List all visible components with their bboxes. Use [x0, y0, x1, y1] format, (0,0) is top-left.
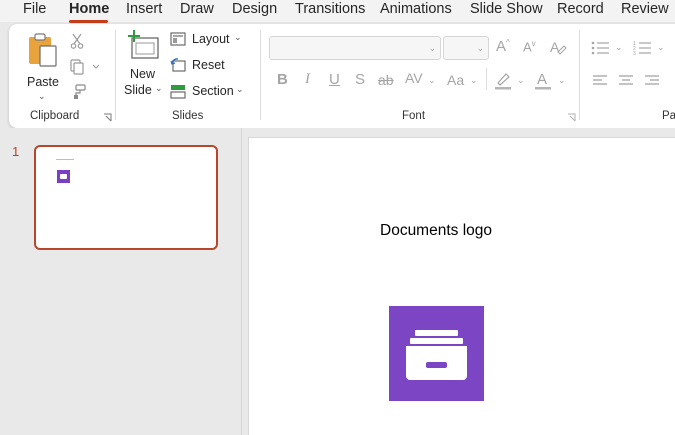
text-shadow-button[interactable]: S	[355, 71, 365, 88]
file-cabinet-drawer-icon	[406, 330, 467, 380]
chevron-down-icon[interactable]: ⌄	[657, 42, 665, 53]
reset-label: Reset	[192, 58, 225, 72]
layout-button[interactable]: Layout ⌄	[170, 31, 244, 51]
font-color-icon[interactable]: A	[534, 70, 554, 90]
chevron-down-icon: ⌄	[155, 83, 163, 93]
character-spacing-button[interactable]: AV	[405, 70, 423, 86]
chevron-down-icon[interactable]: ⌄	[517, 75, 525, 86]
tab-record[interactable]: Record	[557, 1, 604, 17]
dialog-launcher-icon[interactable]	[567, 113, 576, 122]
align-left-icon[interactable]	[592, 74, 608, 88]
paste-label: Paste	[27, 75, 59, 89]
chevron-down-icon[interactable]: ⌄	[615, 42, 623, 53]
active-tab-indicator	[69, 20, 108, 23]
new-slide-icon	[128, 30, 159, 59]
tab-review[interactable]: Review	[621, 1, 669, 17]
numbering-icon[interactable]: 1 2 3	[633, 40, 653, 56]
chevron-down-icon: ⌄	[428, 43, 436, 53]
dialog-launcher-icon[interactable]	[103, 113, 112, 122]
paste-button[interactable]: Paste ⌄	[21, 30, 63, 104]
highlight-color-icon[interactable]	[494, 70, 514, 90]
group-separator	[115, 30, 116, 120]
tab-animations[interactable]: Animations	[380, 1, 452, 17]
chevron-down-icon[interactable]: ⌄	[428, 75, 436, 86]
layout-icon	[170, 32, 186, 46]
font-size-combo[interactable]: ⌄	[443, 36, 489, 60]
slide-number: 1	[12, 144, 20, 159]
tab-insert[interactable]: Insert	[126, 1, 162, 17]
cut-icon[interactable]	[70, 33, 84, 49]
format-painter-icon[interactable]	[70, 84, 86, 100]
new-slide-label-top: New	[130, 67, 156, 81]
align-center-icon[interactable]	[618, 74, 634, 88]
thumbnail-title-line	[56, 159, 74, 160]
tab-home[interactable]: Home	[69, 1, 109, 17]
underline-button[interactable]: U	[329, 71, 340, 88]
chevron-down-icon: ⌄	[234, 32, 242, 42]
ribbon-tab-bar: File Home Insert Draw Design Transitions…	[0, 0, 675, 23]
tab-file[interactable]: File	[23, 1, 46, 17]
bullets-icon[interactable]	[591, 40, 611, 56]
reset-icon	[170, 58, 186, 72]
chevron-down-icon[interactable]: ⌄	[470, 75, 478, 86]
strikethrough-button[interactable]: ab	[378, 72, 394, 88]
increase-font-size-icon[interactable]: A^	[496, 38, 510, 55]
new-slide-label-bottom: Slide	[124, 83, 152, 97]
section-icon	[170, 85, 186, 99]
svg-text:3: 3	[633, 51, 636, 56]
slides-group-label: Slides	[172, 110, 204, 122]
tab-transitions[interactable]: Transitions	[295, 1, 365, 17]
new-slide-button[interactable]: New Slide ⌄	[121, 28, 165, 104]
separator	[486, 68, 487, 90]
layout-label: Layout	[192, 32, 230, 46]
thumbnail-logo-icon	[57, 170, 70, 183]
ribbon: Paste ⌄ Clipboard New Slide ⌄ Layout ⌄ R…	[9, 24, 675, 128]
section-button[interactable]: Section ⌄	[170, 83, 246, 103]
bold-button[interactable]: B	[277, 71, 288, 88]
decrease-font-size-icon[interactable]: Av	[523, 39, 536, 54]
chevron-down-icon: ⌄	[236, 84, 244, 94]
group-separator	[260, 30, 261, 120]
change-case-button[interactable]: Aa	[447, 72, 464, 88]
chevron-down-icon[interactable]: ⌄	[558, 75, 566, 86]
align-right-icon[interactable]	[644, 74, 660, 88]
italic-button[interactable]: I	[305, 71, 310, 88]
reset-button[interactable]: Reset	[170, 57, 230, 77]
tab-design[interactable]: Design	[232, 1, 277, 17]
chevron-down-icon: ⌄	[476, 43, 484, 53]
section-label: Section	[192, 84, 234, 98]
font-name-combo[interactable]: ⌄	[269, 36, 441, 60]
slide-title-text[interactable]: Documents logo	[380, 222, 492, 240]
svg-text:A: A	[537, 71, 547, 88]
clipboard-group-label: Clipboard	[30, 110, 80, 122]
tab-slide-show[interactable]: Slide Show	[470, 1, 543, 17]
group-separator	[579, 30, 580, 120]
paragraph-group-label: Pa	[662, 110, 675, 122]
font-group-label: Font	[402, 110, 426, 122]
tab-draw[interactable]: Draw	[180, 1, 214, 17]
copy-icon[interactable]	[69, 59, 99, 75]
chevron-down-icon: ⌄	[38, 91, 46, 101]
paste-icon	[29, 33, 57, 67]
clear-formatting-icon[interactable]: A	[549, 38, 567, 56]
documents-logo-image[interactable]	[389, 306, 484, 401]
slide-thumbnail[interactable]	[34, 145, 218, 250]
